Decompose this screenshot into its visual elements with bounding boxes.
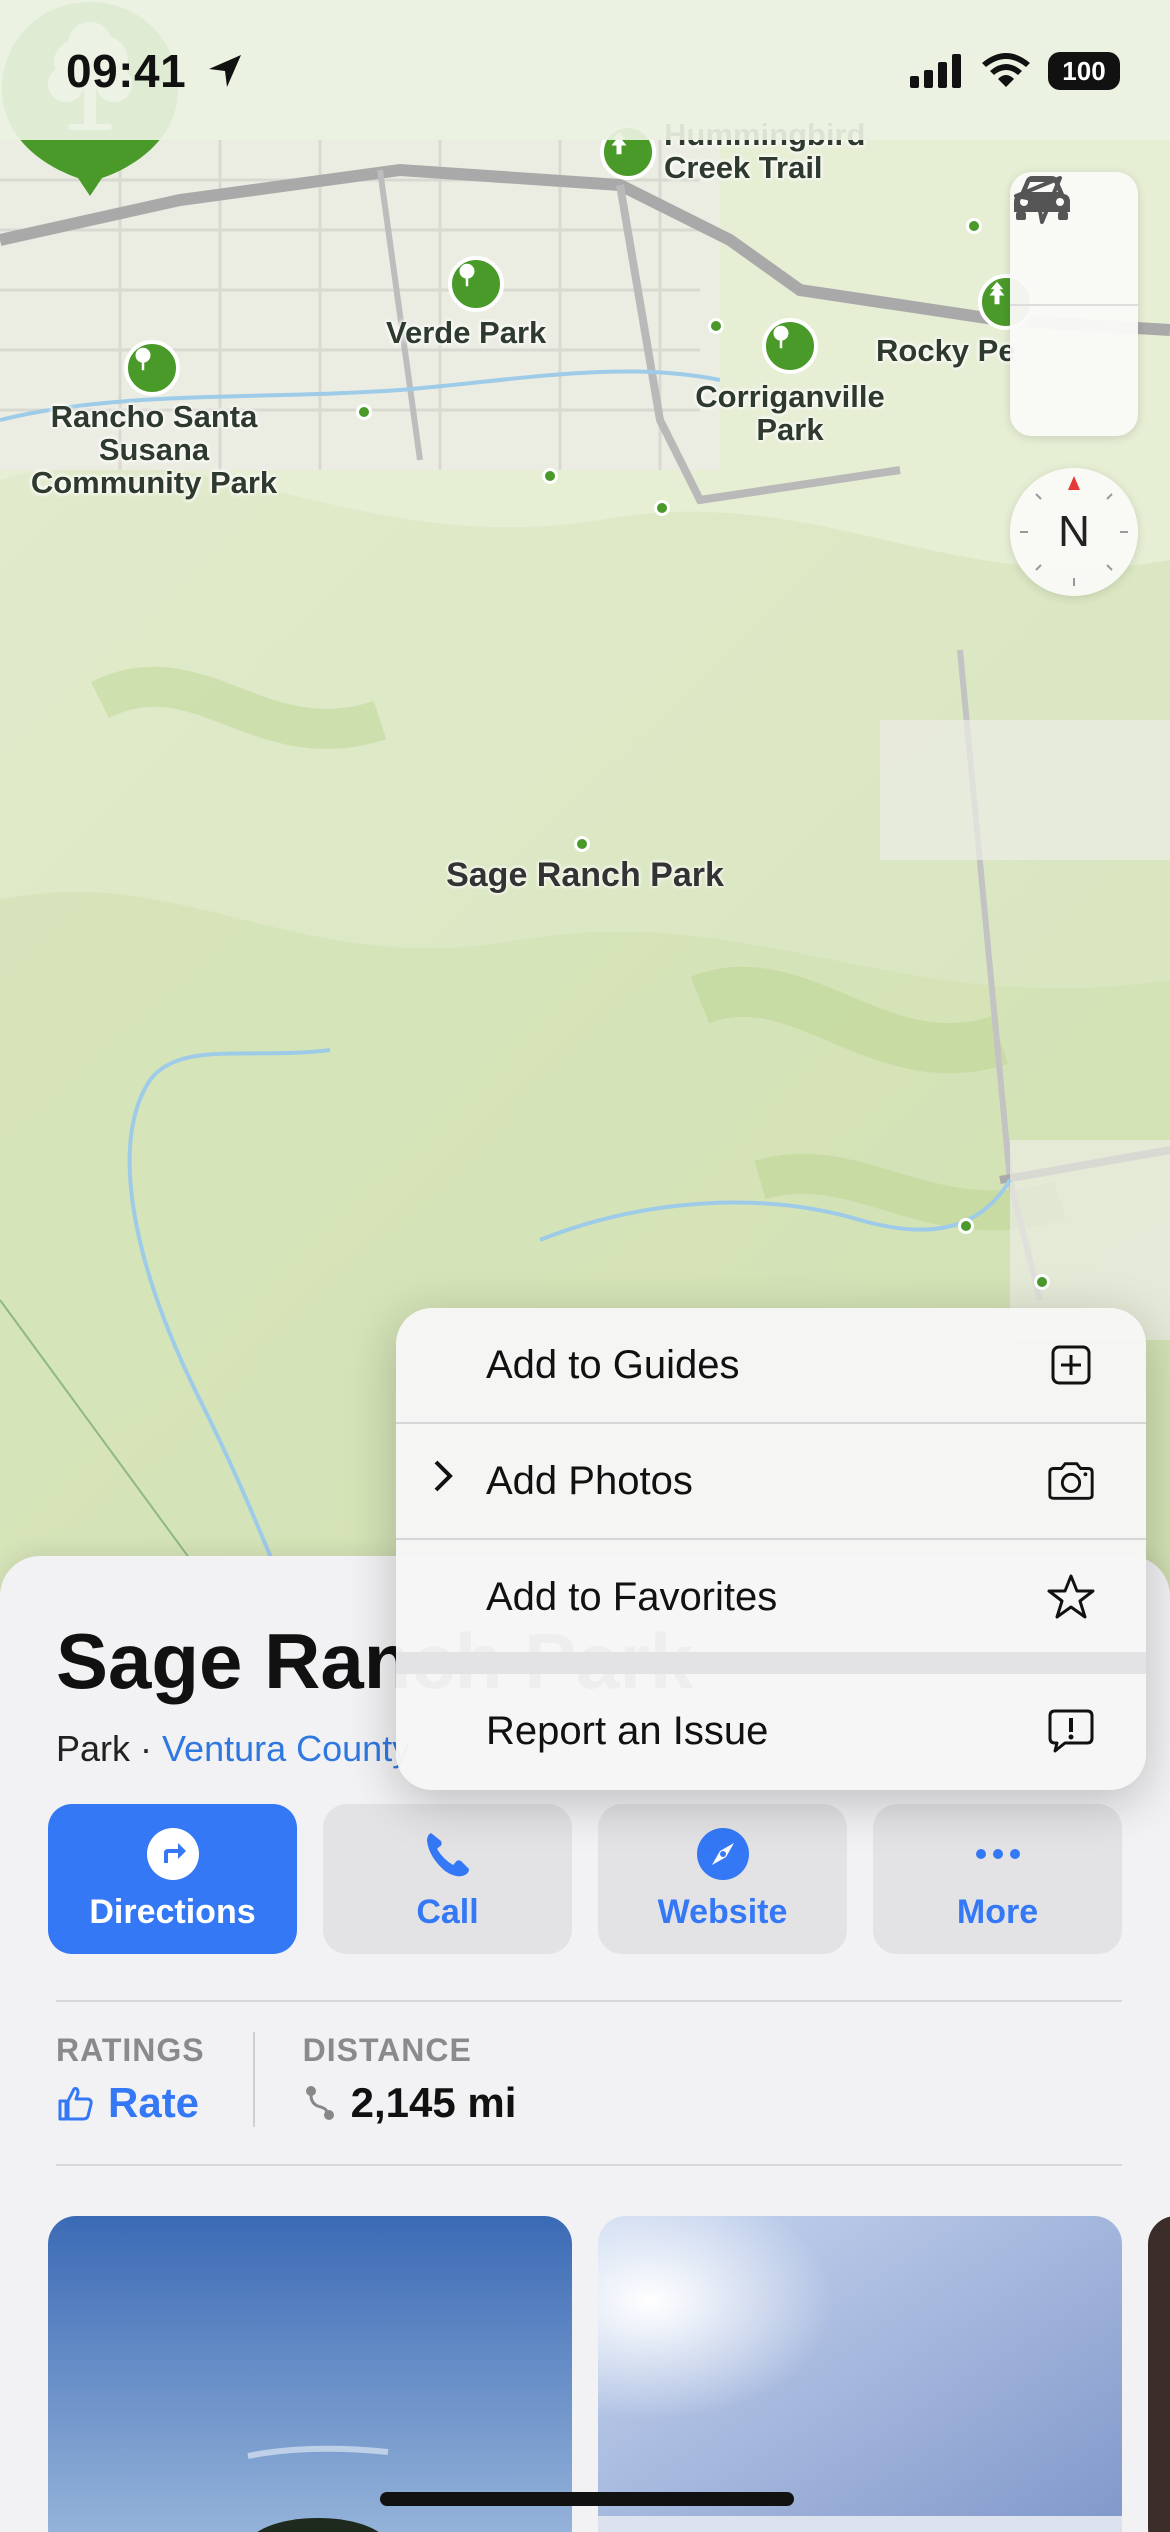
rate-link[interactable]: Rate [56,2079,205,2127]
thumbs-up-icon [58,2087,93,2121]
menu-item-label: Add Photos [486,1458,693,1503]
map-poi-dot[interactable] [356,404,372,420]
phone-icon [426,1832,469,1876]
menu-section-gap [396,1652,1146,1674]
location-services-icon [209,55,242,87]
website-button[interactable]: Website [598,1804,847,1954]
compass-icon [696,1827,749,1880]
cellular-signal-icon [910,54,961,88]
place-photo[interactable] [48,2216,572,2532]
place-subtitle: Park · Ventura County [56,1728,410,1770]
map-label-rancho-santa-susana[interactable]: Rancho Santa Susana Community Park [14,400,294,499]
battery-icon: 100 [1048,52,1120,90]
menu-item-label: Add to Favorites [486,1574,778,1619]
park-pin-icon[interactable] [762,318,818,374]
compass-button[interactable]: N [1010,468,1138,596]
place-category: Park [56,1728,131,1769]
route-icon [305,2086,334,2120]
call-label: Call [416,1892,479,1931]
plus-square-icon [1046,1340,1096,1390]
star-icon [1046,1572,1096,1622]
menu-item-add-photos[interactable]: Add Photos [396,1424,1146,1538]
ellipsis-icon [975,1848,1020,1859]
map-label-verde-park[interactable]: Verde Park [386,316,546,349]
directions-button[interactable]: Directions [48,1804,297,1954]
map-label-rocky-peak[interactable]: Rocky Pe [876,334,1016,367]
park-pin-icon[interactable] [124,340,180,396]
location-arrow-icon [1014,176,1062,224]
distance-section: DISTANCE 2,145 mi [252,2032,565,2127]
more-button[interactable]: More [873,1804,1122,1954]
map-poi-dot[interactable] [708,318,724,334]
menu-item-label: Report an Issue [486,1708,769,1753]
place-subtitle-separator: · [130,1728,163,1769]
battery-level: 100 [1062,55,1106,86]
action-buttons: Directions Call Website More [48,1804,1122,1954]
ratings-header: RATINGS [56,2032,205,2068]
chevron-right-icon [430,1458,456,1504]
place-info-row: RATINGS Rate DISTANCE 2,145 mi [56,2032,564,2127]
map-poi-dot[interactable] [654,500,670,516]
more-context-menu: Add to Guides Add Photos Add to Favorite… [396,1308,1146,1790]
map-controls [1010,172,1138,436]
rate-label: Rate [108,2079,200,2126]
more-label: More [956,1892,1039,1931]
section-divider [56,2164,1122,2166]
distance-text: 2,145 mi [350,2079,517,2126]
photo-gallery[interactable] [48,2216,1170,2532]
map-poi-dot[interactable] [966,218,982,234]
directions-label: Directions [89,1892,256,1931]
compass-north-label: N [1058,507,1090,556]
place-region-link[interactable]: Ventura County [162,1728,410,1769]
map-poi-dot[interactable] [958,1218,974,1234]
wifi-icon [982,53,1030,87]
exclamation-bubble-icon [1046,1706,1096,1756]
menu-item-add-to-favorites[interactable]: Add to Favorites [396,1540,1146,1654]
selected-park-label[interactable]: Sage Ranch Park [420,856,750,895]
park-pin-icon[interactable] [448,256,504,312]
map-poi-dot[interactable] [542,468,558,484]
directions-arrow-icon [146,1827,199,1880]
map-label-corriganville[interactable]: Corriganville Park [680,380,900,446]
selected-location-dot [574,836,590,852]
camera-icon [1046,1456,1096,1506]
ratings-section[interactable]: RATINGS Rate [56,2032,253,2127]
website-label: Website [657,1892,788,1931]
call-button[interactable]: Call [323,1804,572,1954]
menu-item-report-issue[interactable]: Report an Issue [396,1674,1146,1788]
place-photo[interactable] [1148,2216,1170,2532]
menu-item-label: Add to Guides [486,1342,740,1387]
place-photo[interactable] [598,2216,1122,2532]
home-indicator[interactable] [380,2492,794,2506]
track-location-button[interactable] [1010,176,1138,438]
status-bar: 09:41 100 [0,0,1170,140]
distance-header: DISTANCE [302,2032,472,2068]
map-poi-dot[interactable] [1034,1274,1050,1290]
status-icons: 100 [910,52,1120,90]
status-time: 09:41 [66,44,245,98]
menu-item-add-to-guides[interactable]: Add to Guides [396,1308,1146,1422]
section-divider [56,2000,1122,2002]
distance-value: 2,145 mi [303,2079,517,2127]
status-time-text: 09:41 [66,45,187,97]
